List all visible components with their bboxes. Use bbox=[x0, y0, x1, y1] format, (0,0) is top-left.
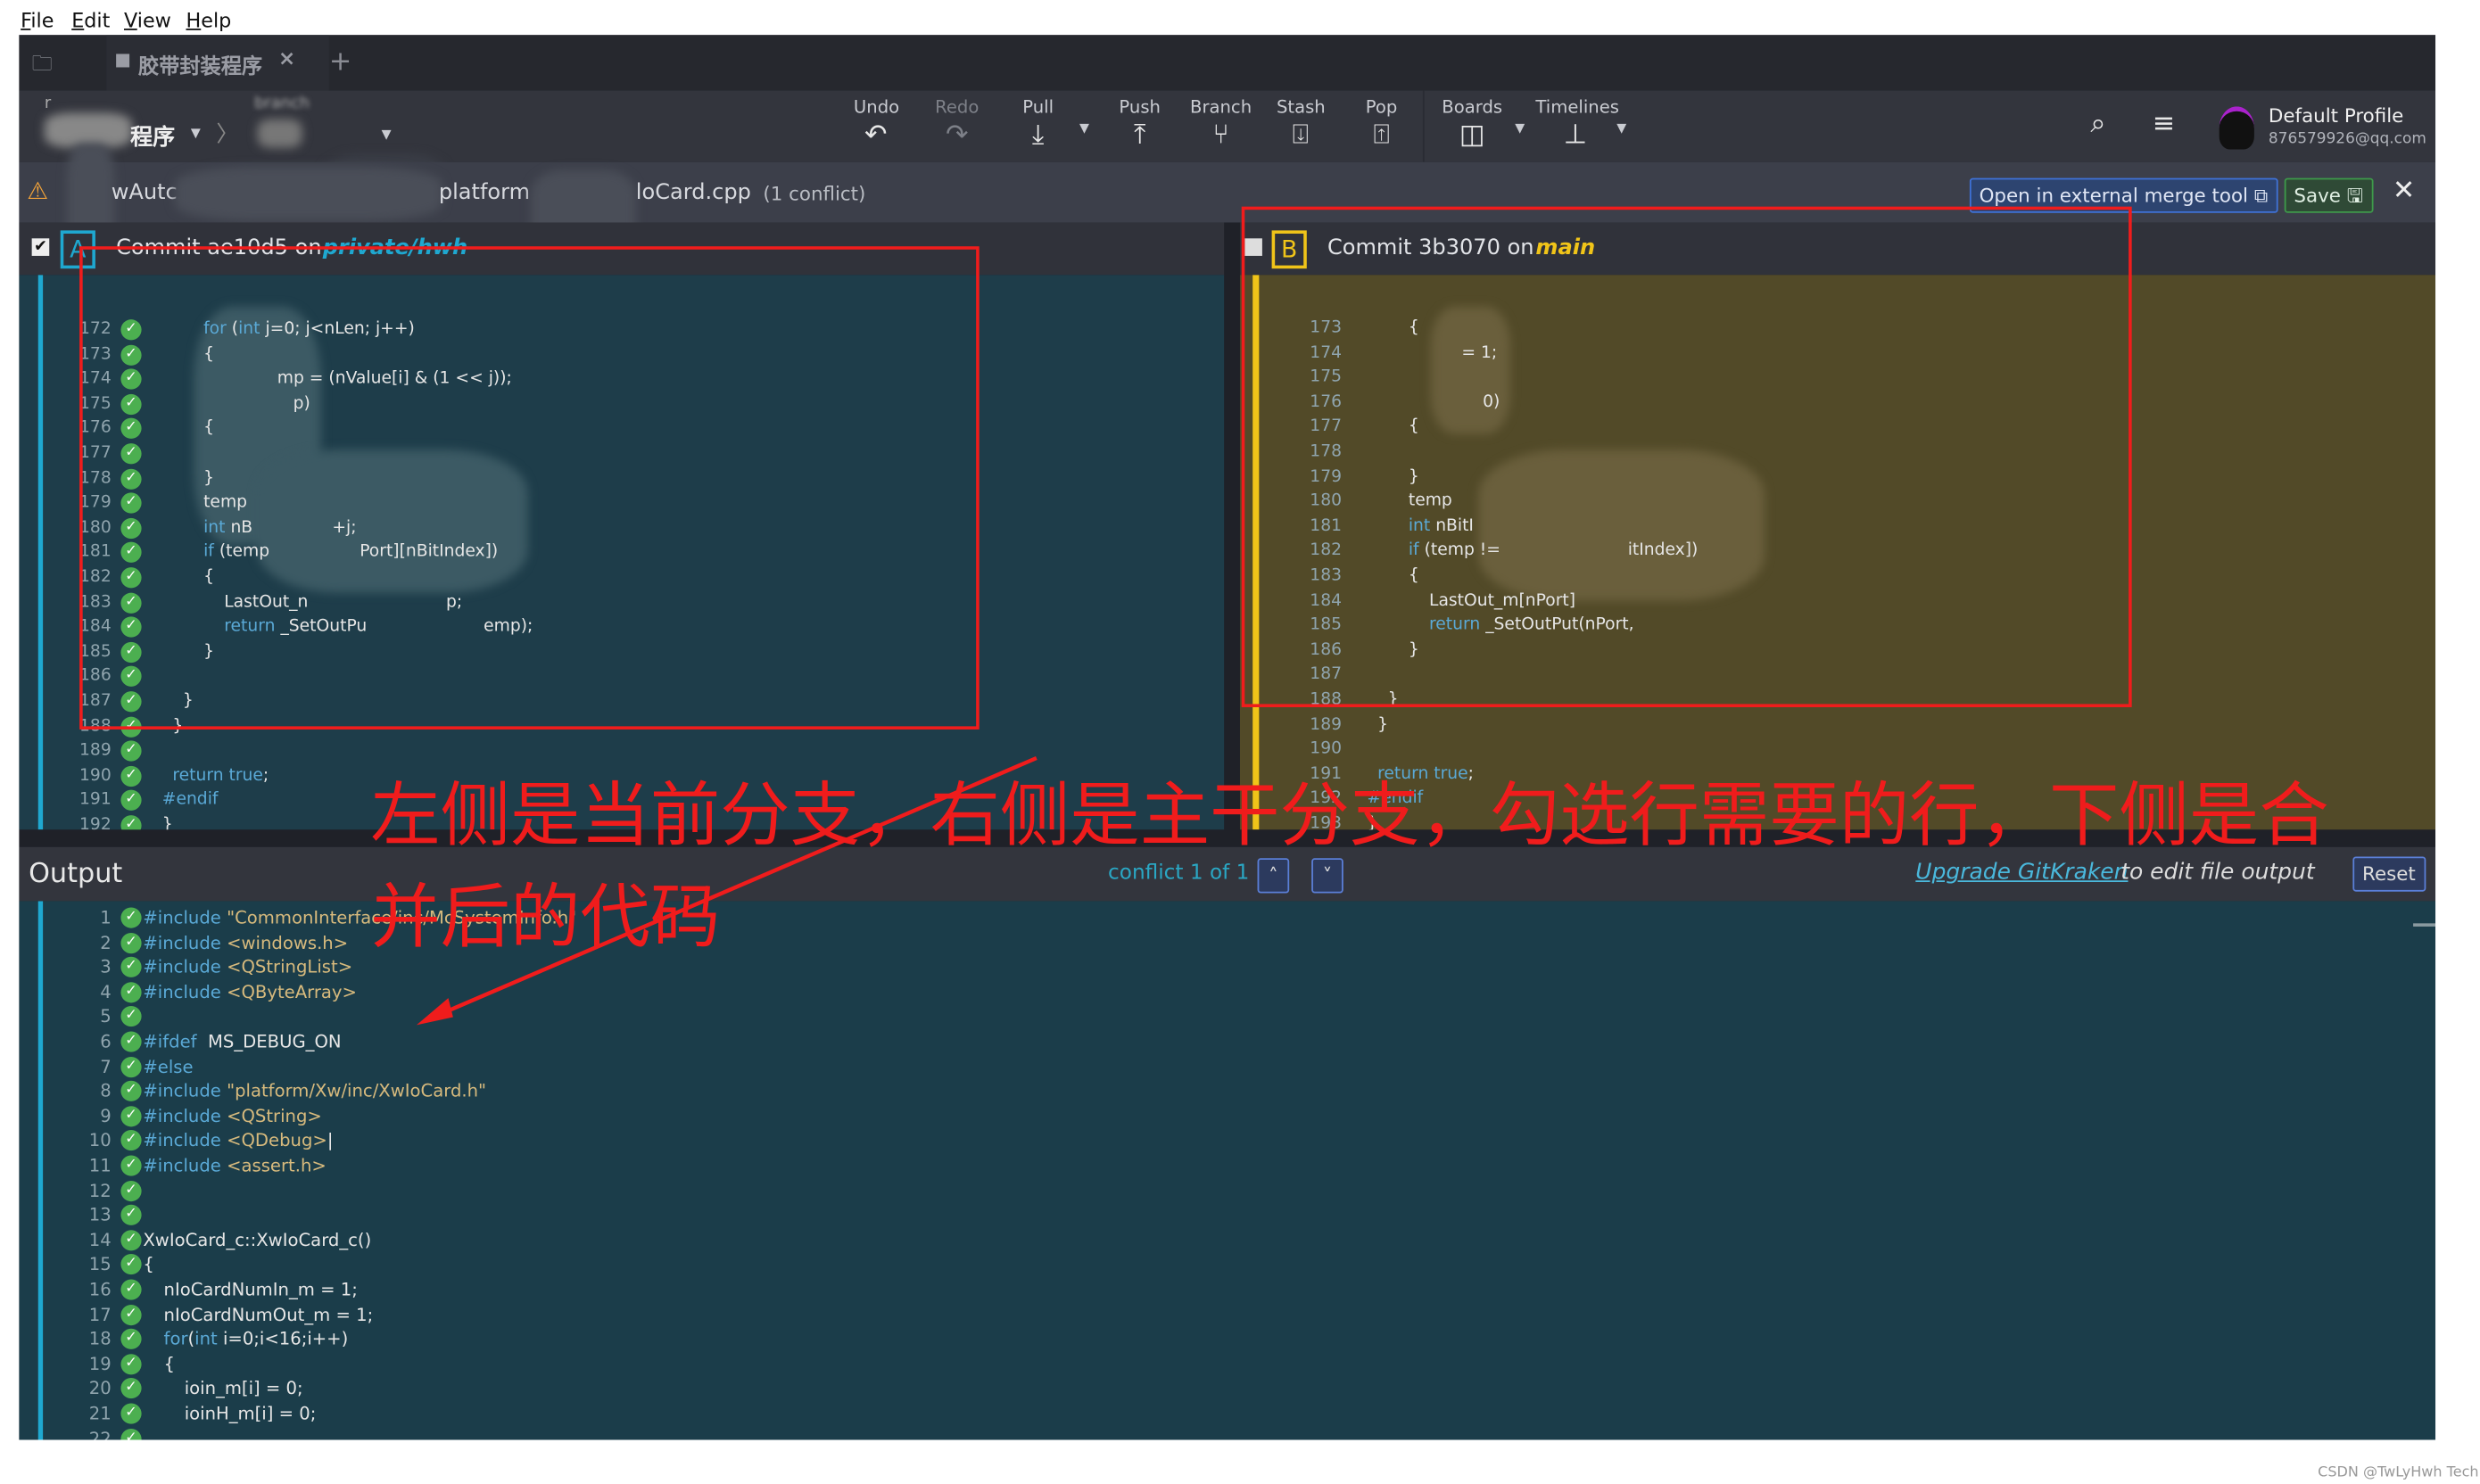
watermark: CSDN @TwLyHwh Tech bbox=[2318, 1465, 2479, 1481]
screen: File Edit View Help 🗀 ■ 胶带封装程序 × + r 程序 … bbox=[0, 0, 2480, 1484]
annotation-arrow bbox=[416, 755, 1037, 1026]
